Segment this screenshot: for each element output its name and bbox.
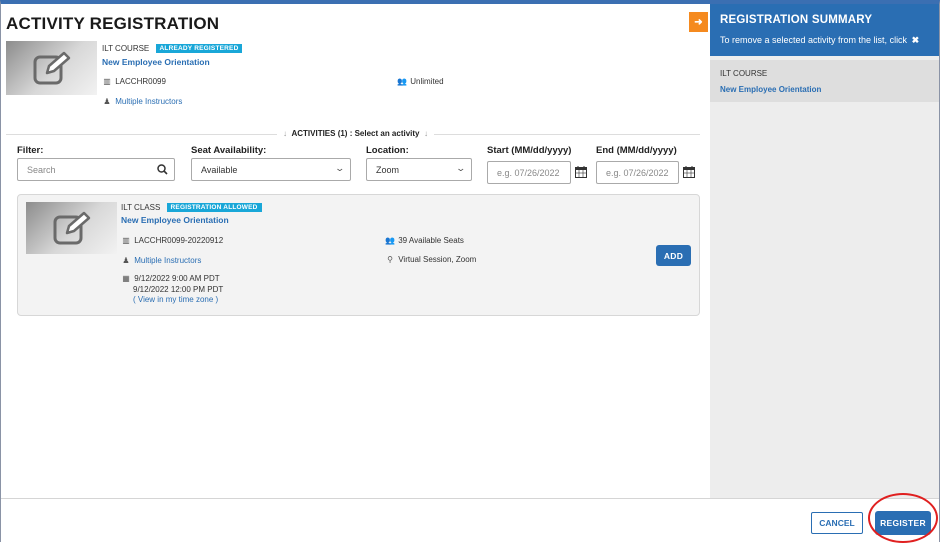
- collapse-summary-button[interactable]: ➜: [689, 12, 708, 32]
- user-icon: ♟: [122, 256, 130, 265]
- users-icon: 👥: [397, 77, 407, 86]
- arrow-right-icon: ➜: [694, 16, 703, 28]
- timezone-link[interactable]: ( View in my time zone ): [120, 295, 223, 306]
- class-thumbnail: [26, 202, 117, 254]
- filter-label: Filter:: [17, 145, 44, 156]
- class-schedule: ▦ 9/12/2022 9:00 AM PDT 9/12/2022 12:00 …: [120, 274, 223, 306]
- class-type: ILT CLASS: [121, 203, 161, 212]
- chevron-down-icon: ⌄: [334, 163, 346, 173]
- search-icon[interactable]: [157, 164, 168, 175]
- edit-icon: [33, 51, 70, 85]
- users-icon: 👥: [385, 236, 395, 245]
- activities-heading: ↓ ACTIVITIES (1) : Select an activity ↓: [1, 129, 710, 138]
- calendar-icon: ▦: [122, 274, 130, 283]
- add-button[interactable]: ADD: [656, 245, 691, 266]
- calendar-icon[interactable]: [575, 166, 587, 178]
- arrow-down-icon: ↓: [423, 129, 428, 138]
- main-panel: ACTIVITY REGISTRATION ILT COURSE ALREADY…: [1, 4, 710, 498]
- class-name-link[interactable]: New Employee Orientation: [121, 215, 229, 225]
- activities-label: ACTIVITIES (1) : Select an activity: [291, 129, 420, 138]
- location-label: Location:: [366, 145, 409, 156]
- footer-bar: [1, 498, 939, 542]
- location-value: Zoom: [376, 164, 400, 175]
- course-capacity-row: 👥 Unlimited: [396, 77, 444, 86]
- status-badge: REGISTRATION ALLOWED: [166, 203, 262, 212]
- course-code-row: ▥ LACCHR0099: [101, 77, 166, 86]
- arrow-down-icon: ↓: [283, 129, 288, 138]
- summary-item[interactable]: ILT COURSE New Employee Orientation: [710, 60, 939, 102]
- summary-item-name[interactable]: New Employee Orientation: [720, 85, 821, 94]
- seat-availability-value: Available: [201, 164, 238, 175]
- search-input[interactable]: [27, 164, 174, 175]
- user-icon: ♟: [103, 97, 111, 106]
- course-code: LACCHR0099: [115, 77, 166, 86]
- class-code-row: ▥ LACCHR0099-20220912: [120, 236, 223, 245]
- search-field[interactable]: [17, 158, 175, 181]
- highlight-circle: [868, 493, 938, 543]
- barcode-icon: ▥: [122, 236, 130, 245]
- end-date-field[interactable]: [596, 161, 679, 184]
- cancel-button[interactable]: CANCEL: [811, 512, 863, 534]
- class-seats-row: 👥 39 Available Seats: [384, 236, 464, 245]
- class-instructors-link[interactable]: Multiple Instructors: [134, 256, 201, 265]
- location-select[interactable]: Zoom ⌄: [366, 158, 472, 181]
- seat-availability-select[interactable]: Available ⌄: [191, 158, 351, 181]
- chevron-down-icon: ⌄: [455, 163, 467, 173]
- page-title: ACTIVITY REGISTRATION: [6, 14, 220, 33]
- seat-availability-label: Seat Availability:: [191, 145, 267, 156]
- course-header-line: ILT COURSE ALREADY REGISTERED: [102, 44, 243, 53]
- edit-icon: [53, 211, 90, 245]
- registration-summary-panel: REGISTRATION SUMMARY To remove a selecte…: [710, 4, 939, 498]
- course-instructors-row: ♟ Multiple Instructors: [101, 97, 182, 106]
- status-badge: ALREADY REGISTERED: [155, 44, 243, 53]
- course-thumbnail: [6, 41, 97, 95]
- course-capacity: Unlimited: [410, 77, 444, 86]
- map-marker-icon: ⚲: [387, 255, 393, 264]
- start-date-input[interactable]: [497, 167, 570, 178]
- close-icon: ✖: [911, 35, 920, 45]
- start-date-label: Start (MM/dd/yyyy): [487, 145, 572, 156]
- summary-header: REGISTRATION SUMMARY To remove a selecte…: [710, 4, 939, 56]
- barcode-icon: ▥: [103, 77, 111, 86]
- course-name-link[interactable]: New Employee Orientation: [102, 57, 210, 67]
- class-end: 9/12/2022 12:00 PM PDT: [133, 284, 224, 294]
- class-code: LACCHR0099-20220912: [134, 236, 224, 245]
- summary-title: REGISTRATION SUMMARY: [720, 14, 873, 26]
- start-date-field[interactable]: [487, 161, 571, 184]
- course-instructors-link[interactable]: Multiple Instructors: [115, 97, 182, 106]
- summary-item-type: ILT COURSE: [720, 69, 768, 78]
- class-instructors-row: ♟ Multiple Instructors: [120, 256, 201, 265]
- summary-instructions: To remove a selected activity from the l…: [720, 35, 920, 45]
- class-location-row: ⚲ Virtual Session, Zoom: [384, 255, 476, 264]
- end-date-label: End (MM/dd/yyyy): [596, 145, 677, 156]
- class-header-line: ILT CLASS REGISTRATION ALLOWED: [121, 203, 262, 212]
- course-type: ILT COURSE: [102, 44, 150, 53]
- class-card: ILT CLASS REGISTRATION ALLOWED New Emplo…: [17, 194, 700, 316]
- calendar-icon[interactable]: [683, 166, 695, 178]
- end-date-input[interactable]: [606, 167, 678, 178]
- class-start: 9/12/2022 9:00 AM PDT: [134, 274, 220, 283]
- class-seats: 39 Available Seats: [398, 236, 464, 245]
- window-frame: ACTIVITY REGISTRATION ILT COURSE ALREADY…: [0, 0, 940, 543]
- class-location: Virtual Session, Zoom: [398, 255, 477, 264]
